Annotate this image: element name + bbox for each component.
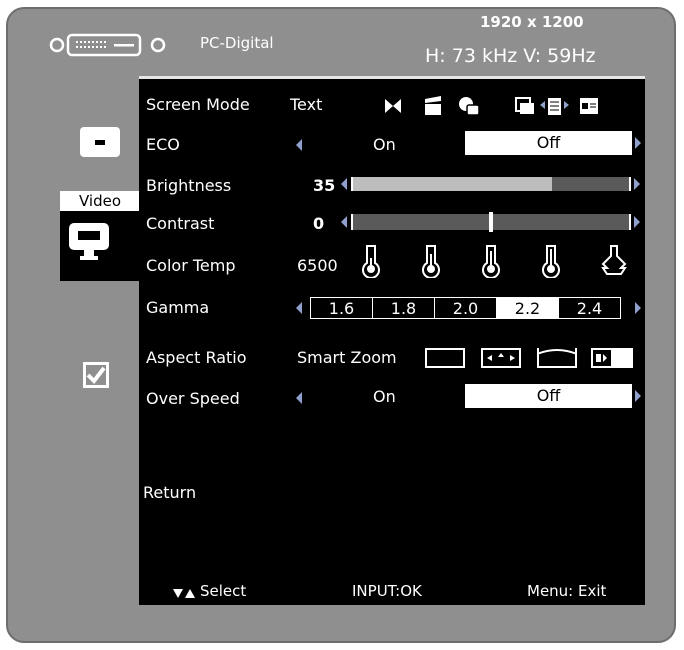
brightness-value: 35 <box>313 176 336 195</box>
footer-select-label: Select <box>200 582 247 600</box>
bowtie-icon <box>385 99 401 113</box>
layout-icon <box>580 98 598 114</box>
gamma-option[interactable]: 2.2 <box>496 297 559 319</box>
aspect-ratio-value[interactable]: Smart Zoom <box>297 348 397 367</box>
thermometer-icon[interactable] <box>361 244 381 282</box>
thermometer-icon[interactable] <box>421 244 441 282</box>
resolution-label: 1920 x 1200 <box>480 13 584 31</box>
gamma-option[interactable]: 1.6 <box>310 297 373 319</box>
thermometer-icon[interactable] <box>541 244 561 282</box>
thermometer-icon[interactable] <box>481 244 501 282</box>
dvi-connector-icon <box>48 33 174 61</box>
game-icon <box>459 97 480 116</box>
footer-input-label: INPUT:OK <box>352 582 422 600</box>
color-temp-value[interactable]: 6500 <box>297 256 338 275</box>
contrast-slider[interactable] <box>351 212 631 232</box>
eco-on-option[interactable]: On <box>373 135 396 154</box>
video-tab[interactable]: Video <box>60 191 140 281</box>
eco-right-arrow[interactable] <box>635 137 641 149</box>
over-speed-label: Over Speed <box>146 389 240 408</box>
windows-icon <box>515 97 534 114</box>
brightness-label: Brightness <box>146 176 232 195</box>
input-source-label: PC-Digital <box>200 34 274 52</box>
screen-mode-label: Screen Mode <box>146 95 250 114</box>
brightness-slider[interactable] <box>351 177 631 191</box>
aspect-ratio-label: Aspect Ratio <box>146 348 247 367</box>
aspect-wide-icon[interactable] <box>537 348 577 368</box>
video-tab-label: Video <box>60 191 140 211</box>
aspect-fit-icon[interactable] <box>591 348 633 368</box>
brightness-right-arrow[interactable] <box>634 178 640 190</box>
eco-left-arrow[interactable] <box>296 139 302 151</box>
clapperboard-icon <box>425 96 441 115</box>
gamma-option[interactable]: 1.8 <box>372 297 435 319</box>
over-speed-on-option[interactable]: On <box>373 387 396 406</box>
settings-panel <box>139 76 645 605</box>
gamma-right-arrow[interactable] <box>635 302 641 314</box>
gamma-options[interactable]: 1.6 1.8 2.0 2.2 2.4 <box>310 297 622 319</box>
screen-mode-value[interactable]: Text <box>290 95 322 114</box>
gamma-left-arrow[interactable] <box>296 302 302 314</box>
frequency-label: H: 73 kHz V: 59Hz <box>425 45 596 67</box>
eco-off-option[interactable]: Off <box>465 131 632 155</box>
contrast-slider-marker[interactable] <box>489 212 493 232</box>
screen-mode-icons[interactable] <box>383 95 638 121</box>
gamma-label: Gamma <box>146 298 210 317</box>
aspect-expand-icon[interactable] <box>481 348 521 368</box>
checkbox-tab-icon[interactable] <box>83 362 109 392</box>
gamma-option[interactable]: 2.4 <box>558 297 621 319</box>
return-item[interactable]: Return <box>143 483 196 502</box>
user-temp-icon[interactable] <box>601 244 627 282</box>
over-speed-off-option[interactable]: Off <box>465 384 632 408</box>
eco-label: ECO <box>146 135 180 154</box>
document-icon <box>540 98 569 115</box>
monitor-icon <box>69 223 109 267</box>
contrast-label: Contrast <box>146 214 215 233</box>
footer-menu-label: Menu: Exit <box>527 582 607 600</box>
over-speed-right-arrow[interactable] <box>635 390 641 402</box>
over-speed-left-arrow[interactable] <box>296 392 302 404</box>
picture-tab-icon[interactable] <box>80 127 120 157</box>
gamma-option[interactable]: 2.0 <box>434 297 497 319</box>
contrast-value: 0 <box>313 214 325 233</box>
color-temp-label: Color Temp <box>146 256 236 275</box>
aspect-normal-icon[interactable] <box>425 348 465 368</box>
contrast-left-arrow[interactable] <box>341 216 347 228</box>
brightness-slider-fill <box>353 177 552 191</box>
brightness-left-arrow[interactable] <box>341 178 347 190</box>
down-up-arrows-icon <box>173 585 197 604</box>
contrast-right-arrow[interactable] <box>634 216 640 228</box>
